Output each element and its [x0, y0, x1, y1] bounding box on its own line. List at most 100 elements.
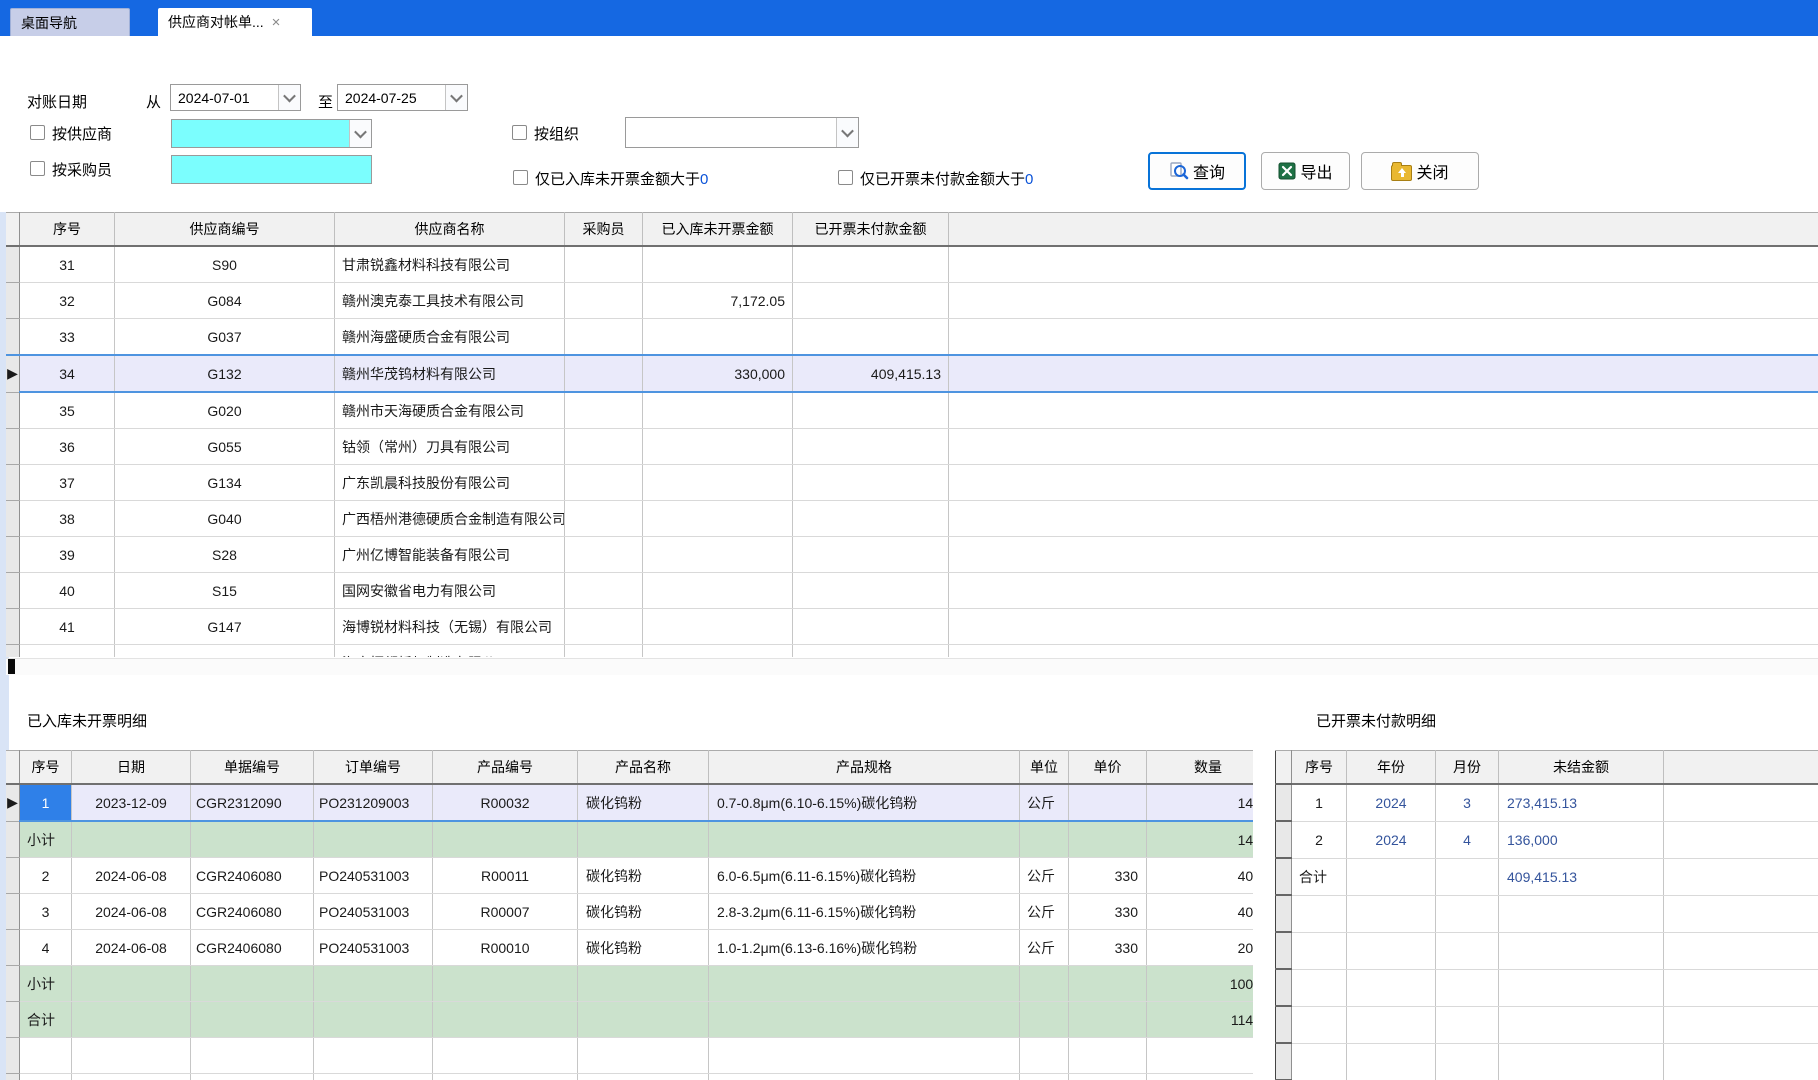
close-button[interactable]: 关闭 [1361, 152, 1479, 190]
table-cell[interactable] [1069, 966, 1147, 1002]
table-cell[interactable]: 1 [1292, 784, 1347, 821]
table-cell[interactable]: 42 [20, 645, 115, 658]
table-cell[interactable] [565, 319, 643, 356]
table-cell[interactable]: 3 [1436, 784, 1499, 821]
table-row[interactable]: 39S28广州亿博智能装备有限公司 [6, 537, 1818, 573]
table-cell[interactable]: 1145 [1147, 1002, 1254, 1038]
table-cell[interactable] [565, 465, 643, 501]
chevron-down-icon[interactable] [836, 118, 858, 147]
table-cell[interactable] [1292, 932, 1347, 969]
table-cell[interactable]: 36 [20, 429, 115, 465]
table-cell[interactable]: 33 [20, 319, 115, 356]
table-cell[interactable]: 合计 [1292, 858, 1347, 895]
table-cell[interactable] [1347, 1006, 1436, 1043]
table-cell[interactable]: 广东凯晨科技股份有限公司 [335, 465, 565, 501]
table-cell[interactable] [793, 319, 949, 356]
table-cell[interactable]: 公斤 [1020, 930, 1069, 966]
table-cell[interactable] [643, 645, 793, 658]
table-cell[interactable]: G084 [115, 283, 335, 319]
table-cell[interactable] [433, 821, 578, 858]
table-cell[interactable] [1499, 932, 1664, 969]
table-cell[interactable]: 赣州澳克泰工具技术有限公司 [335, 283, 565, 319]
table-cell[interactable] [709, 1002, 1020, 1038]
table-cell[interactable] [314, 966, 433, 1002]
table-cell[interactable] [643, 537, 793, 573]
table-cell[interactable] [709, 821, 1020, 858]
table-cell[interactable]: 35 [20, 392, 115, 429]
table-cell[interactable]: 41 [20, 609, 115, 645]
chevron-down-icon[interactable] [278, 85, 300, 110]
table-cell[interactable]: 32 [20, 283, 115, 319]
table-row[interactable]: 合计 1145 [6, 1002, 1253, 1038]
table-cell[interactable] [1499, 1006, 1664, 1043]
table-cell[interactable] [1069, 784, 1147, 821]
table-cell[interactable] [1069, 821, 1147, 858]
table-cell[interactable]: 400 [1147, 894, 1254, 930]
chevron-down-icon[interactable] [349, 120, 371, 147]
table-cell[interactable] [314, 1074, 433, 1080]
table-cell[interactable]: G147 [115, 609, 335, 645]
scrollbar-thumb[interactable] [8, 659, 15, 674]
query-button[interactable]: 查询 [1148, 152, 1246, 190]
table-cell[interactable] [578, 1038, 709, 1074]
table-cell[interactable]: R00010 [433, 930, 578, 966]
table-cell[interactable] [793, 246, 949, 283]
table-row[interactable]: 31S90甘肃锐鑫材料科技有限公司 [6, 246, 1818, 283]
table-cell[interactable]: 公斤 [1020, 858, 1069, 894]
table-cell[interactable] [433, 1002, 578, 1038]
table-cell[interactable] [1436, 932, 1499, 969]
table-cell[interactable] [793, 645, 949, 658]
table-cell[interactable]: 赣州海盛硬质合金有限公司 [335, 319, 565, 356]
table-cell[interactable]: CGR2406080 [191, 930, 314, 966]
table-cell[interactable] [1347, 969, 1436, 1006]
table-cell[interactable] [1020, 1074, 1069, 1080]
table-cell[interactable]: 3 [20, 894, 72, 930]
table-cell[interactable] [643, 429, 793, 465]
table-cell[interactable]: PO240531003 [314, 930, 433, 966]
org-select[interactable] [625, 117, 859, 148]
table-cell[interactable] [1292, 895, 1347, 932]
table-cell[interactable] [578, 1074, 709, 1080]
table-cell[interactable]: 1000 [1147, 966, 1254, 1002]
table-cell[interactable]: 0.7-0.8μm(6.10-6.15%)碳化钨粉 [709, 784, 1020, 821]
table-cell[interactable]: PO240531003 [314, 894, 433, 930]
table-cell[interactable]: G134 [115, 465, 335, 501]
table-cell[interactable] [643, 465, 793, 501]
checkbox-only-invoiced-unpaid[interactable] [838, 170, 853, 185]
table-cell[interactable] [565, 246, 643, 283]
table-row[interactable]: 32G084赣州澳克泰工具技术有限公司7,172.05 [6, 283, 1818, 319]
table-row[interactable]: 38G040广西梧州港德硬质合金制造有限公司 [6, 501, 1818, 537]
table-cell[interactable] [565, 537, 643, 573]
table-cell[interactable]: R00032 [433, 784, 578, 821]
table-row[interactable] [6, 1038, 1253, 1074]
table-cell[interactable] [565, 283, 643, 319]
table-row[interactable]: 36G055钴领（常州）刀具有限公司 [6, 429, 1818, 465]
table-cell[interactable] [1347, 932, 1436, 969]
table-cell[interactable]: 37 [20, 465, 115, 501]
table-cell[interactable]: S90 [115, 246, 335, 283]
table-cell[interactable] [433, 1038, 578, 1074]
table-row[interactable]: 33G037赣州海盛硬质合金有限公司 [6, 319, 1818, 356]
table-row[interactable]: 42024-06-08CGR2406080PO240531003R00010碳化… [6, 930, 1253, 966]
table-row[interactable]: 小计145 [6, 821, 1253, 858]
table-cell[interactable] [793, 283, 949, 319]
table-cell[interactable]: 38 [20, 501, 115, 537]
table-cell[interactable] [793, 573, 949, 609]
table-cell[interactable]: 409,415.13 [1499, 858, 1664, 895]
table-cell[interactable]: 合计 [20, 1002, 72, 1038]
date-to-select[interactable]: 2024-07-25 [337, 84, 468, 111]
table-cell[interactable]: 国网安徽省电力有限公司 [335, 573, 565, 609]
table-cell[interactable]: 40 [20, 573, 115, 609]
table-cell[interactable]: CGR2312090 [191, 784, 314, 821]
table-cell[interactable]: 小计 [20, 966, 72, 1002]
table-row[interactable]: 220244136,000 [1276, 821, 1818, 858]
table-cell[interactable] [72, 1074, 191, 1080]
table-cell[interactable] [1347, 1043, 1436, 1080]
table-cell[interactable] [709, 1074, 1020, 1080]
table-row[interactable] [1276, 1006, 1818, 1043]
table-cell[interactable] [709, 966, 1020, 1002]
table-cell[interactable]: R00011 [433, 858, 578, 894]
table-cell[interactable] [643, 319, 793, 356]
table-cell[interactable]: 4 [1436, 821, 1499, 858]
table-cell[interactable]: 广州亿博智能装备有限公司 [335, 537, 565, 573]
